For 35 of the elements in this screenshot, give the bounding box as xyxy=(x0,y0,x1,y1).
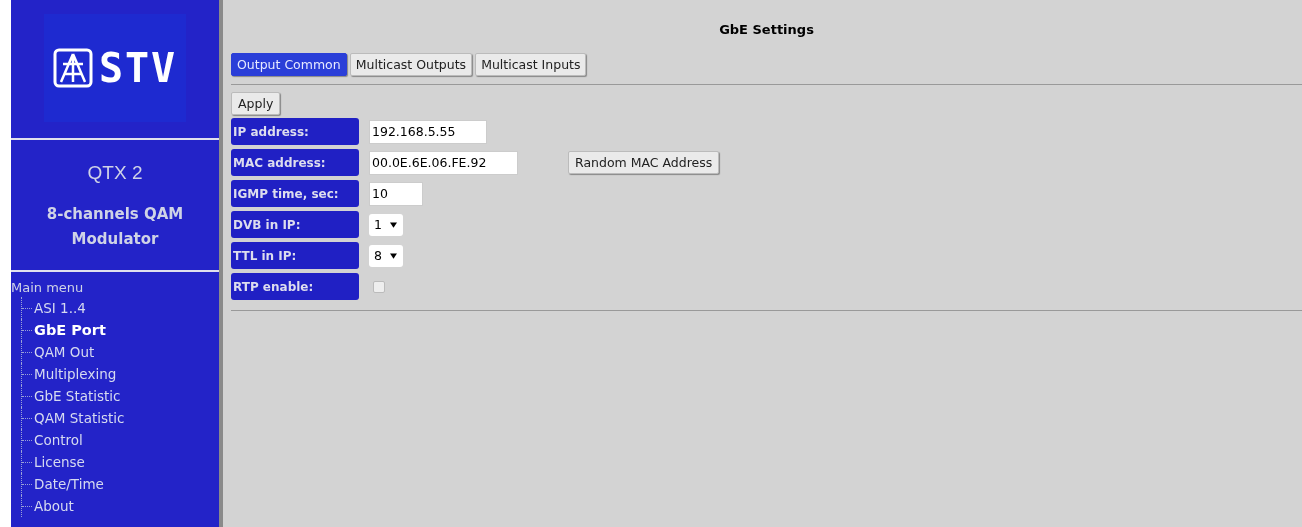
input-field[interactable]: 192.168.5.55 xyxy=(369,119,487,144)
menu-title: Main menu xyxy=(11,280,85,295)
tab[interactable]: Multicast Outputs xyxy=(349,53,473,76)
field-label: IGMP time, sec: xyxy=(231,180,359,207)
menu-item[interactable]: License xyxy=(34,454,85,470)
field-label: IP address: xyxy=(231,118,359,145)
tab[interactable]: Multicast Inputs xyxy=(475,53,587,76)
menu-item[interactable]: QAM Statistic xyxy=(34,410,125,426)
dropdown[interactable]: 8 xyxy=(369,244,403,267)
input-field[interactable]: 00.0E.6E.06.FE.92 xyxy=(369,150,518,175)
tower-emblem-icon xyxy=(52,48,93,88)
menu-item[interactable]: Multiplexing xyxy=(34,366,117,382)
logo-text: STV xyxy=(98,45,178,91)
menu-item[interactable]: GbE Port xyxy=(34,322,106,338)
menu-item[interactable]: QAM Out xyxy=(34,344,95,360)
product-name: QTX 2 xyxy=(86,162,144,184)
menu-item[interactable]: ASI 1..4 xyxy=(34,300,86,316)
tab[interactable]: Output Common xyxy=(231,53,347,76)
caret-icon xyxy=(389,252,397,259)
checkbox[interactable] xyxy=(373,280,385,293)
menu-item[interactable]: GbE Statistic xyxy=(34,388,121,404)
menu-item[interactable]: Date/Time xyxy=(34,476,104,492)
apply-button[interactable]: Apply xyxy=(231,92,281,115)
random-mac-button[interactable]: Random MAC Address xyxy=(568,151,720,174)
input-field[interactable]: 10 xyxy=(369,181,423,206)
product-description: 8-channels QAM Modulator xyxy=(45,204,185,250)
field-label: TTL in IP: xyxy=(231,242,359,269)
menu-item[interactable]: Control xyxy=(34,432,83,448)
dropdown[interactable]: 1 xyxy=(369,213,403,236)
menu-item[interactable]: About xyxy=(34,498,74,514)
field-label: DVB in IP: xyxy=(231,211,359,238)
field-label: MAC address: xyxy=(231,149,359,176)
page-title: GbE Settings xyxy=(718,22,815,37)
caret-icon xyxy=(389,221,397,228)
field-label: RTP enable: xyxy=(231,273,359,300)
